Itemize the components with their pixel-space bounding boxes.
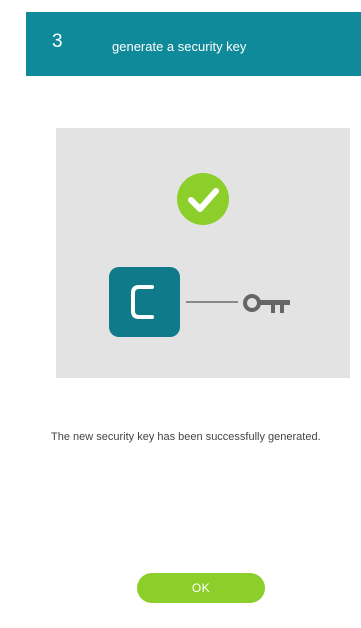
check-circle-icon [177, 173, 229, 225]
success-illustration [56, 128, 350, 378]
security-key-screen: 3 generate a security key The new securi… [0, 0, 361, 628]
app-logo-c-icon [109, 267, 180, 337]
ok-button[interactable]: OK [137, 573, 265, 603]
success-message: The new security key has been successful… [51, 431, 321, 443]
connector-line [186, 301, 238, 303]
step-number: 3 [52, 31, 63, 52]
wizard-header: 3 generate a security key [26, 12, 361, 76]
left-margin [0, 0, 26, 628]
step-title: generate a security key [112, 39, 247, 54]
key-icon [243, 294, 290, 313]
